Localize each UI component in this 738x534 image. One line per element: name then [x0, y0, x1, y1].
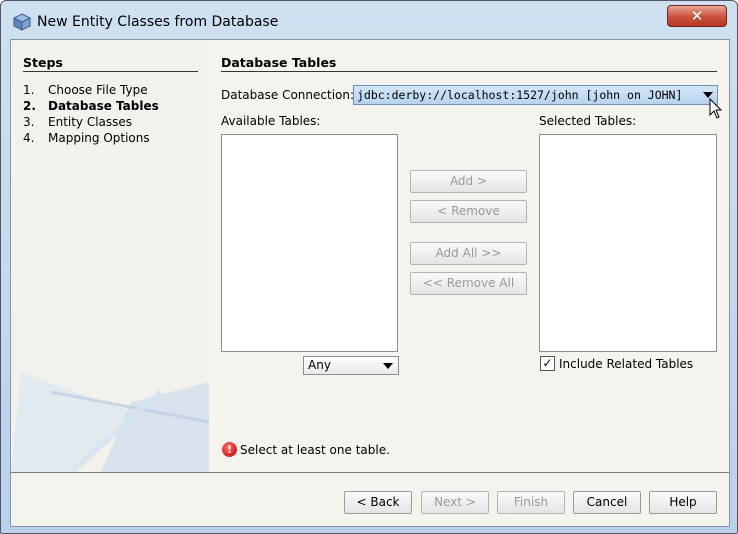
steps-divider	[23, 71, 198, 72]
title-bar[interactable]: New Entity Classes from Database ✕	[1, 1, 737, 41]
validation-message: Select at least one table.	[240, 443, 390, 457]
wizard-watermark-image	[11, 372, 209, 472]
selected-tables-list[interactable]	[539, 134, 717, 352]
remove-all-button[interactable]: << Remove All	[410, 272, 527, 295]
panel-title: Database Tables	[221, 55, 337, 70]
include-related-tables-checkbox[interactable]: ✓	[540, 356, 555, 371]
error-icon: !	[222, 442, 237, 457]
chevron-down-icon[interactable]	[383, 363, 393, 369]
steps-title: Steps	[23, 55, 63, 70]
step-label: Database Tables	[48, 99, 159, 113]
check-icon: ✓	[542, 356, 553, 370]
database-connection-label: Database Connection:	[221, 88, 355, 102]
remove-button[interactable]: < Remove	[410, 200, 527, 223]
dialog-content: Steps 1. Choose File Type 2. Database Tabl…	[10, 39, 730, 527]
include-related-tables-label[interactable]: Include Related Tables	[559, 357, 693, 371]
available-tables-list[interactable]	[221, 134, 398, 352]
database-connection-select[interactable]: jdbc:derby://localhost:1527/john [john o…	[353, 85, 718, 105]
available-tables-label: Available Tables:	[221, 114, 321, 128]
step-choose-file-type: 1. Choose File Type	[23, 83, 148, 97]
cube-icon	[13, 13, 31, 31]
finish-button[interactable]: Finish	[497, 491, 565, 514]
step-number: 4.	[23, 131, 35, 145]
step-mapping-options: 4. Mapping Options	[23, 131, 150, 145]
table-filter-value: Any	[308, 358, 331, 372]
close-button[interactable]: ✕	[667, 5, 727, 27]
footer-divider	[11, 472, 729, 473]
step-database-tables: 2. Database Tables	[23, 99, 159, 113]
next-button[interactable]: Next >	[421, 491, 489, 514]
step-label: Choose File Type	[48, 83, 148, 97]
help-button[interactable]: Help	[649, 491, 717, 514]
step-label: Entity Classes	[48, 115, 133, 129]
cancel-button[interactable]: Cancel	[573, 491, 641, 514]
step-label: Mapping Options	[48, 131, 150, 145]
table-filter-select[interactable]: Any	[303, 356, 399, 375]
steps-panel: Steps 1. Choose File Type 2. Database Tabl…	[11, 40, 209, 472]
database-connection-value: jdbc:derby://localhost:1527/john [john o…	[357, 88, 683, 102]
add-all-button[interactable]: Add All >>	[410, 242, 527, 265]
step-number: 1.	[23, 83, 35, 97]
back-button[interactable]: < Back	[344, 491, 412, 514]
panel-divider	[221, 71, 717, 72]
add-button[interactable]: Add >	[410, 170, 527, 193]
step-number: 2.	[23, 99, 36, 113]
window-title: New Entity Classes from Database	[37, 14, 279, 30]
mouse-cursor-icon	[709, 98, 723, 119]
dialog-window: New Entity Classes from Database ✕ Steps…	[0, 0, 738, 534]
step-entity-classes: 3. Entity Classes	[23, 115, 132, 129]
selected-tables-label: Selected Tables:	[539, 114, 637, 128]
step-number: 3.	[23, 115, 35, 129]
